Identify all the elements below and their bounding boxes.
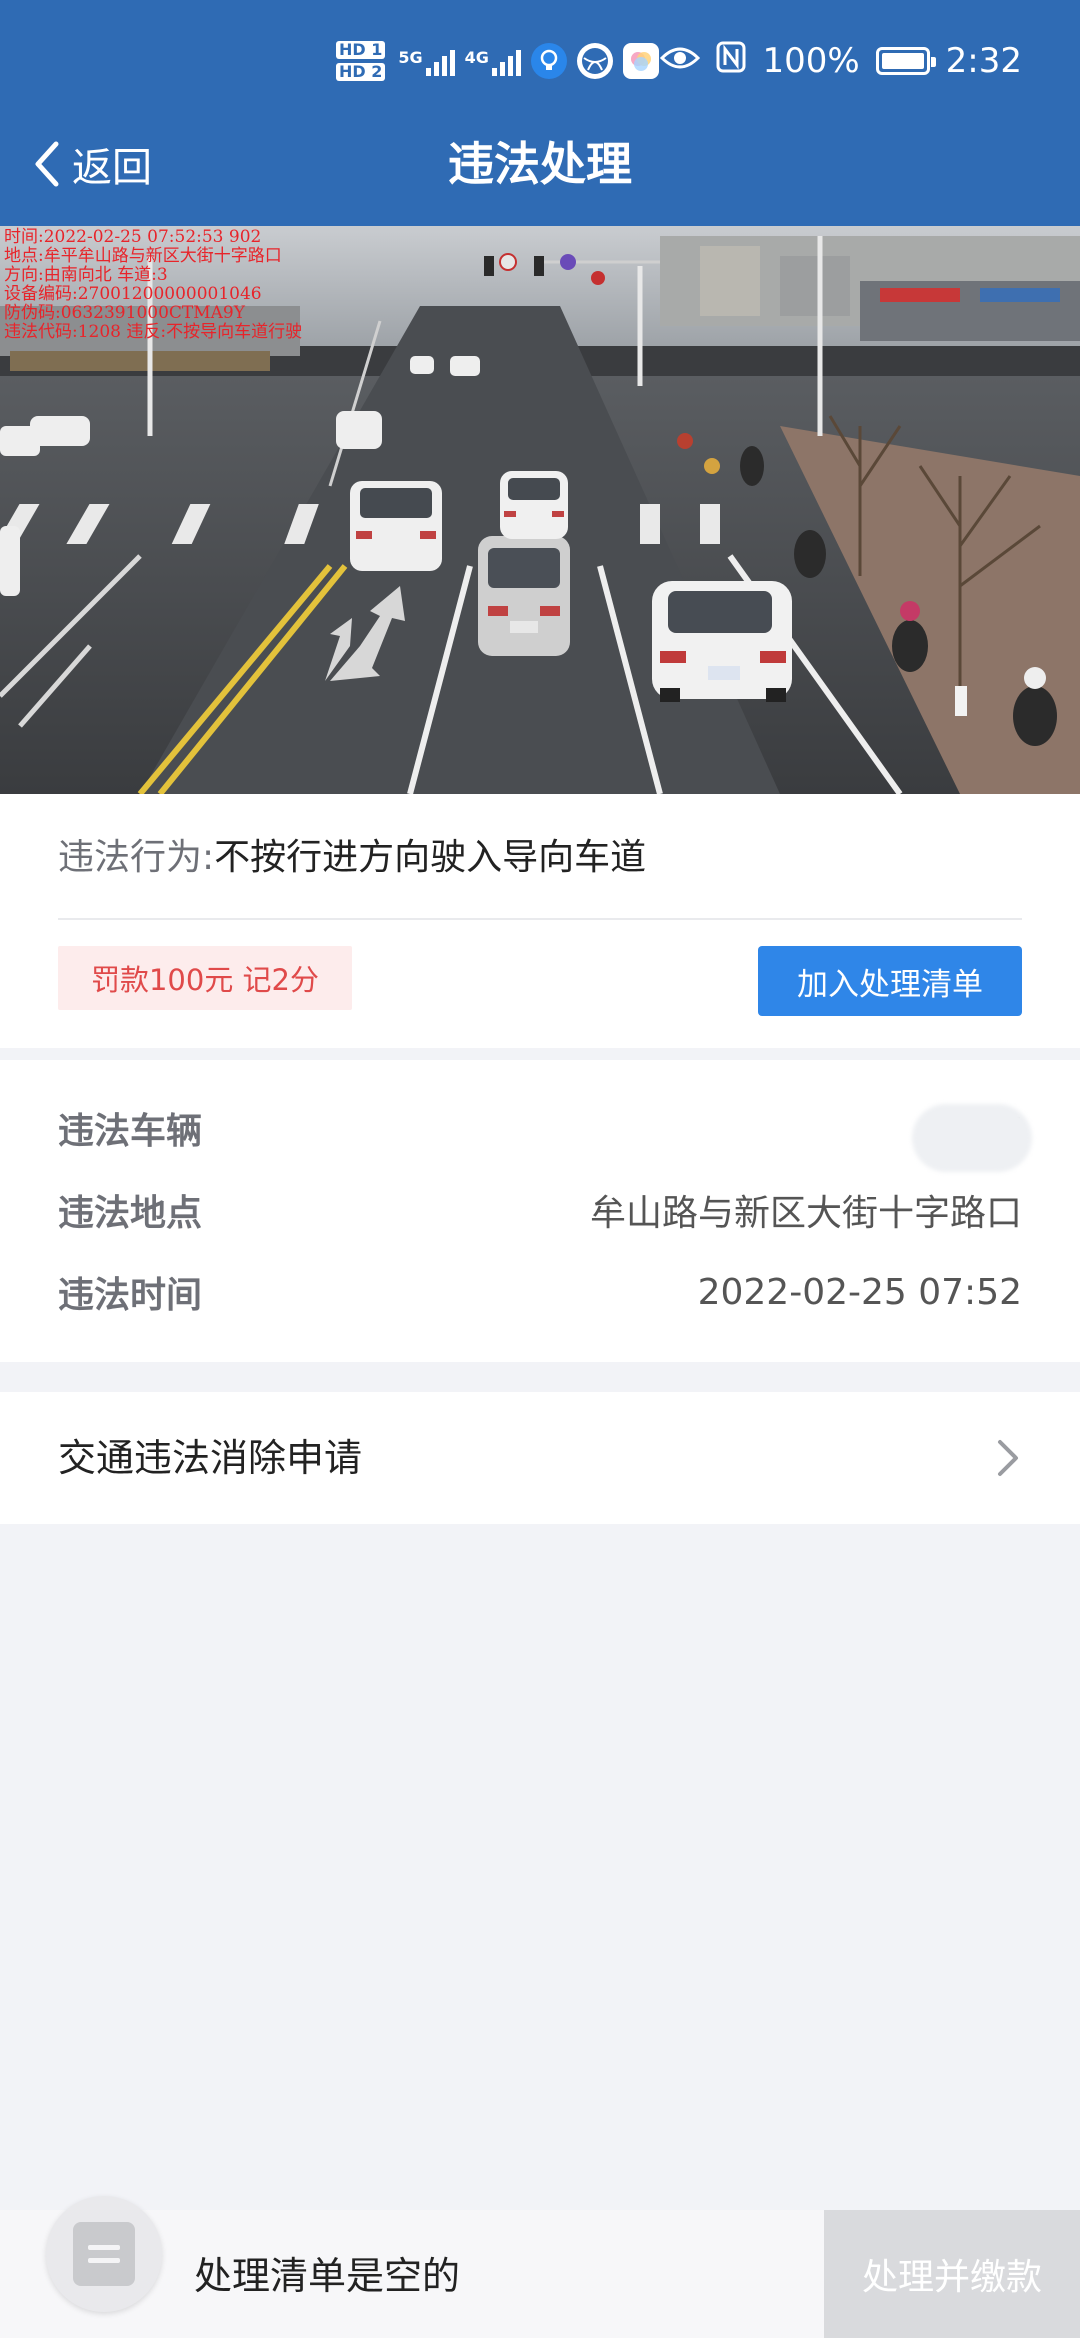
list-icon xyxy=(73,2222,135,2286)
car-silver-van xyxy=(478,536,570,656)
vehicle-label: 违法车辆 xyxy=(58,1111,203,1152)
signal-bars-icon xyxy=(425,46,455,76)
battery-icon xyxy=(875,47,936,75)
add-to-list-button[interactable]: 加入处理清单 xyxy=(758,946,1022,1016)
overlay-line: 地点:牟平牟山路与新区大街十字路口 xyxy=(4,246,282,266)
signal-5g: 5G xyxy=(398,46,455,76)
time-row: 违法时间 2022-02-25 07:52 xyxy=(58,1262,1022,1322)
battery-fill xyxy=(881,53,924,69)
status-bar-left: HD 1 HD 2 5G 4G xyxy=(336,30,659,92)
bulb-app-icon xyxy=(530,43,567,79)
violation-photo[interactable]: 时间:2022-02-25 07:52:53 902 地点:牟平牟山路与新区大街… xyxy=(0,226,1080,794)
car-white-sedan xyxy=(500,471,568,539)
signal-4g: 4G xyxy=(465,46,521,76)
location-label: 违法地点 xyxy=(58,1193,203,1234)
list-empty-text: 处理清单是空的 xyxy=(194,2254,461,2298)
violation-behavior-row: 违法行为: 不按行进方向驶入导向车道 xyxy=(58,824,1022,884)
violation-behavior-card: 违法行为: 不按行进方向驶入导向车道 罚款100元 记2分 加入处理清单 xyxy=(0,794,1080,1048)
car-white-suv-right xyxy=(652,581,792,702)
eye-icon xyxy=(660,41,701,81)
violation-details-card: 违法车辆 鲁F 违法地点 牟山路与新区大街十字路口 违法时间 2022-02-2… xyxy=(0,1060,1080,1362)
chevron-right-icon xyxy=(998,1440,1018,1476)
vehicle-row: 违法车辆 鲁F xyxy=(58,1098,1032,1172)
divider xyxy=(58,918,1022,920)
clock: 2:32 xyxy=(945,41,1022,81)
plate-value-wrap: 鲁F xyxy=(912,1102,1032,1172)
overlay-line: 时间:2022-02-25 07:52:53 902 xyxy=(4,227,262,247)
location-value: 牟山路与新区大街十字路口 xyxy=(589,1193,1022,1234)
plate-redaction xyxy=(912,1104,1032,1172)
sim-indicators: HD 1 HD 2 xyxy=(336,41,388,81)
sim1-label: HD 1 xyxy=(336,41,386,59)
car-white-suv-left xyxy=(350,481,442,571)
processing-list-button[interactable] xyxy=(46,2196,162,2312)
elimination-label: 交通违法消除申请 xyxy=(58,1436,363,1480)
sim2-label: HD 2 xyxy=(336,63,386,81)
status-bar-right: 100% 2:32 xyxy=(660,30,1022,92)
globe-app-icon xyxy=(576,43,613,79)
photo-app-icon xyxy=(622,43,659,79)
time-label: 违法时间 xyxy=(58,1275,203,1316)
nfc-icon xyxy=(716,41,746,82)
net2-label: 4G xyxy=(464,48,489,67)
overlay-line: 防伪码:0632391000CTMA9Y xyxy=(4,303,245,323)
battery-percent: 100% xyxy=(762,41,860,81)
sim1-indicator: HD 1 xyxy=(336,41,388,59)
overlay-line: 设备编码:27001200000001046 xyxy=(4,284,262,304)
signal-bars-icon xyxy=(491,46,521,76)
sim2-indicator: HD 2 xyxy=(336,63,388,81)
net1-label: 5G xyxy=(398,48,423,67)
time-value: 2022-02-25 07:52 xyxy=(697,1271,1022,1313)
overlay-line: 违法代码:1208 违反:不按导向车道行驶 xyxy=(4,322,303,342)
behavior-label: 违法行为: xyxy=(58,837,215,878)
process-and-pay-button[interactable]: 处理并缴款 xyxy=(824,2210,1080,2338)
camera-watermark: 时间:2022-02-25 07:52:53 902 地点:牟平牟山路与新区大街… xyxy=(4,228,302,342)
page-title: 违法处理 xyxy=(448,137,632,191)
elimination-application-row[interactable]: 交通违法消除申请 xyxy=(0,1392,1080,1524)
overlay-line: 方向:由南向北 车道:3 xyxy=(4,265,168,285)
penalty-badge: 罚款100元 记2分 xyxy=(58,946,352,1010)
header: HD 1 HD 2 5G 4G 100% 2:32 返回 违法处理 xyxy=(0,0,1080,226)
behavior-value: 不按行进方向驶入导向车道 xyxy=(214,837,647,878)
violation-handling-page: HD 1 HD 2 5G 4G 100% 2:32 返回 违法处理 时间:202… xyxy=(0,0,1080,2338)
location-row: 违法地点 牟山路与新区大街十字路口 xyxy=(58,1180,1022,1240)
